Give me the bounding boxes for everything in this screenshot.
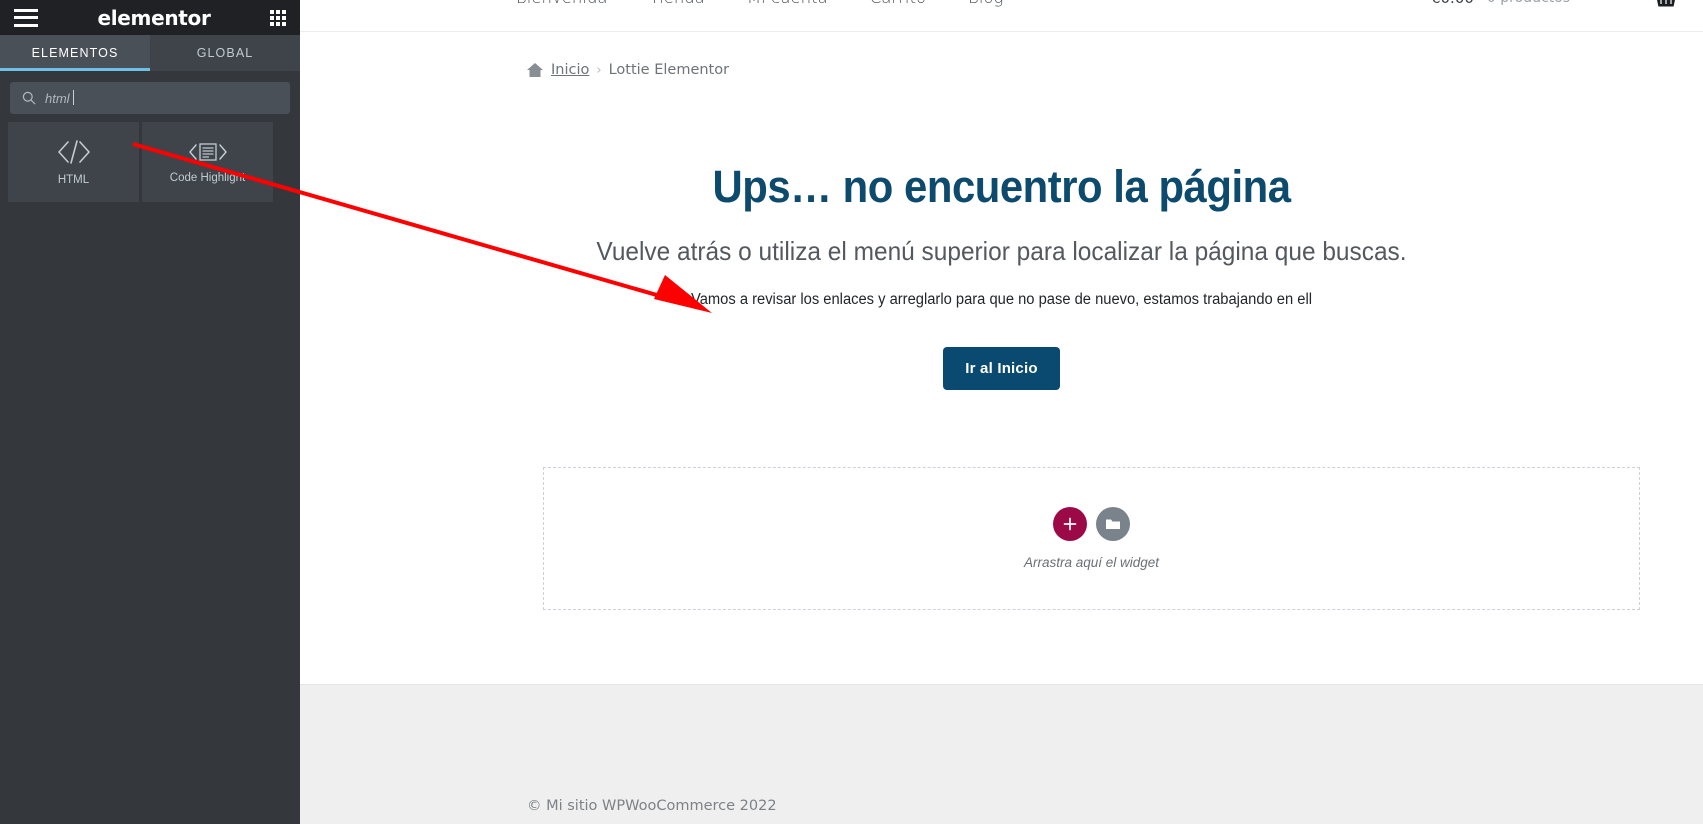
breadcrumb-separator: › xyxy=(596,62,602,78)
grid-apps-icon[interactable] xyxy=(270,9,286,26)
nav-item-mi-cuenta[interactable]: Mi cuenta xyxy=(747,0,828,7)
site-header: Bienvenida Tienda Mi cuenta Carrito Blog… xyxy=(300,0,1703,32)
search-wrap: html xyxy=(0,71,300,114)
elementor-logo: elementor xyxy=(97,5,211,30)
code-highlight-icon xyxy=(188,142,227,161)
widget-search-input[interactable]: html xyxy=(10,82,290,114)
dropzone-label: Arrastra aquí el widget xyxy=(1023,555,1160,570)
cart-area[interactable]: €0.00 0 productos xyxy=(1431,0,1677,8)
widget-grid: HTML Code Highlight xyxy=(0,114,300,202)
elementor-panel: elementor ELEMENTOS GLOBAL html HTML Cod… xyxy=(0,0,300,824)
shopping-basket-icon[interactable] xyxy=(1655,0,1677,8)
code-brackets-icon xyxy=(57,139,90,164)
cart-count: 0 productos xyxy=(1487,0,1570,6)
add-widget-button[interactable] xyxy=(1053,507,1087,541)
search-input-value: html xyxy=(45,89,74,106)
breadcrumb-current: Lottie Elementor xyxy=(608,62,730,78)
breadcrumb-home[interactable]: Inicio xyxy=(551,62,589,78)
nav-item-bienvenida[interactable]: Bienvenida xyxy=(516,0,608,7)
footer-copyright: © Mi sitio WPWooCommerce 2022 xyxy=(527,798,777,814)
nav-item-tienda[interactable]: Tienda xyxy=(650,0,705,7)
hamburger-icon[interactable] xyxy=(14,8,38,27)
widget-label-code-highlight: Code Highlight xyxy=(169,171,246,184)
home-icon[interactable] xyxy=(526,62,544,78)
widget-card-code-highlight[interactable]: Code Highlight xyxy=(142,122,273,202)
search-icon xyxy=(22,91,36,105)
nav-item-blog[interactable]: Blog xyxy=(968,0,1003,7)
tab-global[interactable]: GLOBAL xyxy=(150,35,300,71)
widget-label-html: HTML xyxy=(57,173,90,186)
widget-card-html[interactable]: HTML xyxy=(8,122,139,202)
page-title: Ups… no encuentro la página xyxy=(712,161,1291,212)
preview-canvas: Bienvenida Tienda Mi cuenta Carrito Blog… xyxy=(300,0,1703,824)
cart-total: €0.00 xyxy=(1431,0,1474,7)
panel-header: elementor xyxy=(0,0,300,35)
plus-icon xyxy=(1063,517,1077,531)
nav-item-carrito[interactable]: Carrito xyxy=(870,0,926,7)
hero-section: Ups… no encuentro la página Vuelve atrás… xyxy=(300,162,1703,390)
tab-elementos[interactable]: ELEMENTOS xyxy=(0,35,150,71)
folder-icon xyxy=(1106,519,1120,529)
panel-tabs: ELEMENTOS GLOBAL xyxy=(0,35,300,71)
app-root: elementor ELEMENTOS GLOBAL html HTML Cod… xyxy=(0,0,1703,824)
hero-subtitle: Vuelve atrás o utiliza el menú superior … xyxy=(596,235,1407,266)
breadcrumb: Inicio › Lottie Elementor xyxy=(526,62,729,78)
widget-dropzone[interactable]: Arrastra aquí el widget xyxy=(543,467,1640,610)
site-footer: © Mi sitio WPWooCommerce 2022 xyxy=(300,684,1703,824)
hero-description: Vamos a revisar los enlaces y arreglarlo… xyxy=(690,290,1313,308)
dropzone-buttons xyxy=(1053,507,1130,541)
site-nav: Bienvenida Tienda Mi cuenta Carrito Blog xyxy=(516,0,1003,7)
go-home-button[interactable]: Ir al Inicio xyxy=(943,346,1060,390)
add-template-button[interactable] xyxy=(1096,507,1130,541)
